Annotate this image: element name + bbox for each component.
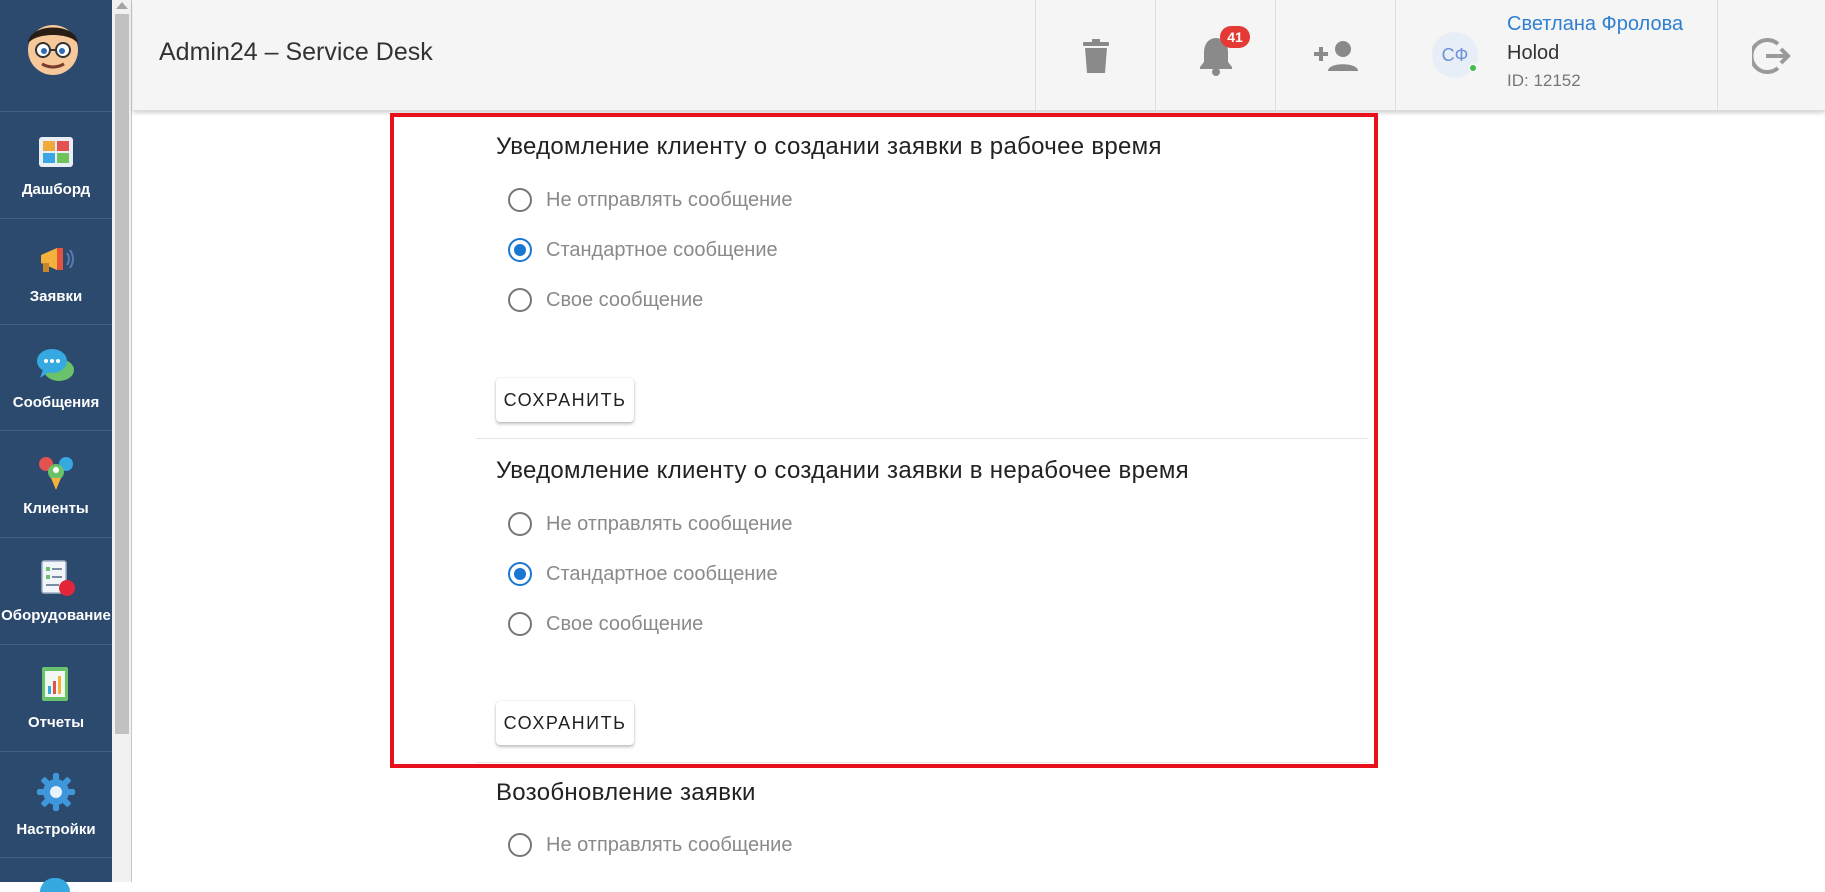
radio-label: Не отправлять сообщение [546, 188, 793, 211]
section-offhours-notification: Уведомление клиенту о создании заявки в … [476, 439, 1368, 762]
add-user-button[interactable] [1275, 0, 1395, 111]
radio-label: Не отправлять сообщение [546, 833, 793, 856]
add-user-icon [1313, 40, 1358, 71]
sidebar-item-label: Настройки [16, 821, 96, 838]
radio-option-no-message[interactable]: Не отправлять сообщение [508, 509, 792, 539]
section-title: Уведомление клиенту о создании заявки в … [496, 133, 1162, 160]
radio-label: Свое сообщение [546, 612, 704, 635]
radio-button[interactable] [508, 288, 532, 312]
logout-icon [1751, 37, 1791, 74]
user-organization: Holod [1507, 42, 1560, 64]
user-profile[interactable]: СФ Светлана Фролова Holod ID: 12152 [1395, 0, 1717, 111]
sidebar-item-settings[interactable]: Настройки [0, 751, 112, 857]
section-title: Возобновление заявки [496, 779, 756, 806]
top-header: Admin24 – Service Desk 41 СФ Светлана Фр… [133, 0, 1825, 111]
radio-option-standard-message[interactable]: Стандартное сообщение [508, 559, 778, 589]
user-avatar-icon[interactable] [20, 14, 86, 80]
section-workhours-notification: Уведомление клиенту о создании заявки в … [476, 111, 1368, 438]
radio-label: Стандартное сообщение [546, 562, 778, 585]
sidebar-item-dashboard[interactable]: Дашборд [0, 111, 112, 217]
clients-icon [39, 457, 73, 490]
sidebar-item-label: Дашборд [21, 181, 91, 198]
radio-button-selected[interactable] [508, 238, 532, 262]
radio-label: Свое сообщение [546, 288, 704, 311]
partial-icon [40, 878, 70, 892]
notification-count-badge: 41 [1220, 26, 1250, 48]
logout-button[interactable] [1717, 0, 1825, 111]
scrollbar-thumb[interactable] [115, 14, 129, 734]
chat-bubbles-icon [37, 349, 74, 381]
app-title: Admin24 – Service Desk [159, 38, 433, 66]
sidebar-item-clients[interactable]: Клиенты [0, 430, 112, 536]
dashboard-icon [39, 137, 73, 167]
equipment-icon [41, 560, 75, 596]
radio-option-custom-message[interactable]: Свое сообщение [508, 609, 703, 639]
notifications-button[interactable]: 41 [1155, 0, 1275, 111]
sidebar-item-messages[interactable]: Сообщения [0, 324, 112, 430]
section-title: Уведомление клиенту о создании заявки в … [496, 457, 1189, 484]
megaphone-icon [41, 248, 74, 272]
sidebar-item-label: Клиенты [23, 500, 89, 517]
reports-icon [42, 667, 68, 701]
trash-icon [1082, 38, 1109, 73]
gear-icon [37, 773, 75, 811]
trash-button[interactable] [1035, 0, 1155, 111]
sidebar-scrollbar[interactable] [112, 0, 132, 882]
sidebar-item-label: Оборудование [1, 607, 111, 624]
sidebar-item-label: Отчеты [27, 714, 85, 731]
radio-button-selected[interactable] [508, 562, 532, 586]
sidebar-item-partial[interactable] [0, 857, 112, 892]
scroll-up-arrow-icon[interactable] [116, 2, 128, 9]
radio-option-no-message[interactable]: Не отправлять сообщение [508, 185, 792, 215]
sidebar-item-requests[interactable]: Заявки [0, 218, 112, 324]
save-button[interactable]: СОХРАНИТЬ [496, 701, 634, 745]
sidebar-item-reports[interactable]: Отчеты [0, 644, 112, 750]
user-id: ID: 12152 [1507, 71, 1581, 90]
radio-button[interactable] [508, 188, 532, 212]
radio-button[interactable] [508, 512, 532, 536]
radio-label: Стандартное сообщение [546, 238, 778, 261]
radio-button[interactable] [508, 612, 532, 636]
radio-option-custom-message[interactable]: Свое сообщение [508, 285, 703, 315]
radio-option-standard-message[interactable]: Стандартное сообщение [508, 235, 778, 265]
radio-label: Не отправлять сообщение [546, 512, 793, 535]
sidebar-item-label: Сообщения [12, 394, 100, 411]
sidebar: Дашборд Заявки Сообщения Клиенты Оборудо… [0, 0, 112, 892]
radio-button[interactable] [508, 833, 532, 857]
online-status-indicator [1468, 63, 1478, 73]
radio-option-no-message[interactable]: Не отправлять сообщение [508, 830, 792, 860]
sidebar-item-label: Заявки [29, 288, 83, 305]
save-button[interactable]: СОХРАНИТЬ [496, 378, 634, 422]
user-name-link[interactable]: Светлана Фролова [1507, 13, 1683, 36]
section-request-reopen: Возобновление заявки Не отправлять сообщ… [476, 763, 1368, 882]
sidebar-item-equipment[interactable]: Оборудование [0, 537, 112, 643]
